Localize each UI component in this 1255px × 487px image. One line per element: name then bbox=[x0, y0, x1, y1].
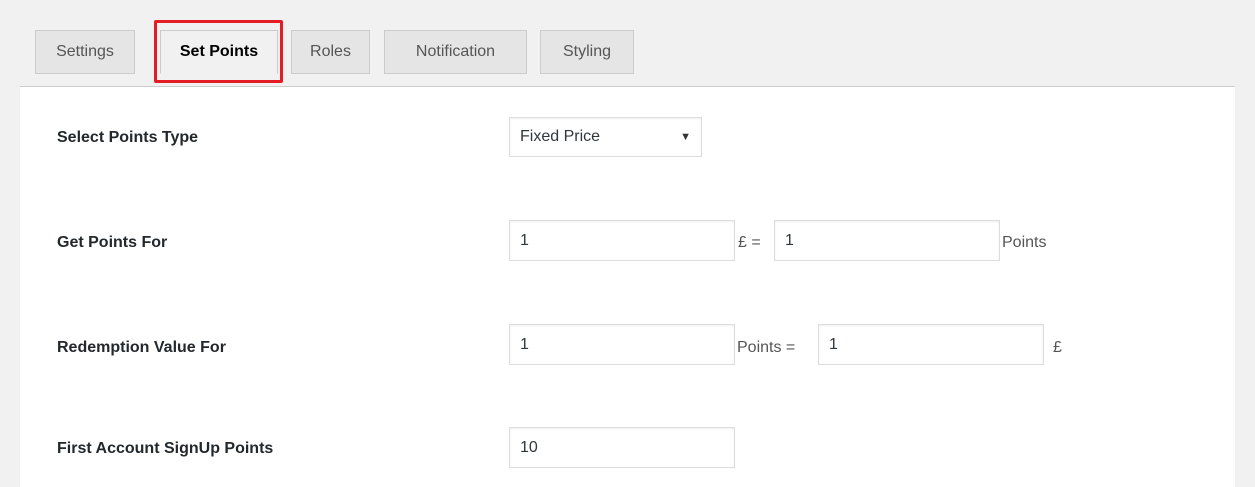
points-type-selected-value: Fixed Price bbox=[520, 128, 601, 145]
redemption-points-input[interactable] bbox=[509, 324, 735, 365]
get-points-currency-equals: £ = bbox=[738, 234, 761, 251]
get-points-points-input[interactable] bbox=[774, 220, 1000, 261]
tab-styling[interactable]: Styling bbox=[540, 30, 634, 74]
tab-settings[interactable]: Settings bbox=[35, 30, 135, 74]
redemption-amount-input[interactable] bbox=[818, 324, 1044, 365]
signup-points-label: First Account SignUp Points bbox=[57, 440, 274, 457]
get-points-label: Get Points For bbox=[57, 234, 168, 251]
points-type-label: Select Points Type bbox=[57, 129, 199, 146]
settings-tab-bar: Settings Set Points Roles Notification S… bbox=[20, 0, 1235, 87]
points-type-select[interactable]: Fixed Price ▼ bbox=[509, 117, 702, 157]
caret-down-icon: ▼ bbox=[680, 131, 691, 143]
get-points-unit: Points bbox=[1002, 234, 1047, 251]
tab-set-points[interactable]: Set Points bbox=[160, 30, 278, 74]
signup-points-input[interactable] bbox=[509, 427, 735, 468]
tab-roles[interactable]: Roles bbox=[291, 30, 370, 74]
get-points-amount-input[interactable] bbox=[509, 220, 735, 261]
redemption-label: Redemption Value For bbox=[57, 339, 226, 356]
redemption-currency: £ bbox=[1053, 339, 1062, 356]
redemption-points-equals: Points = bbox=[737, 339, 796, 356]
tab-notification[interactable]: Notification bbox=[384, 30, 527, 74]
